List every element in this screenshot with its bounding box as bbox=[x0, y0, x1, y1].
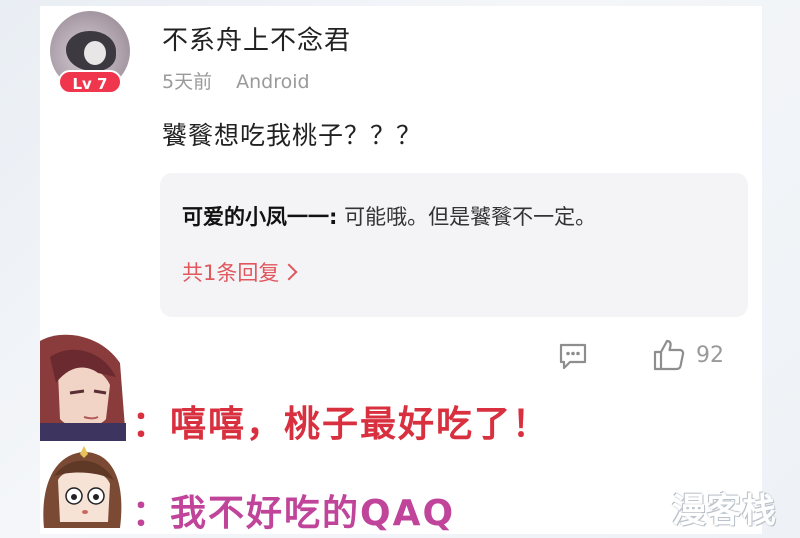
chevron-right-icon bbox=[280, 263, 298, 281]
view-replies-link[interactable]: 共1条回复 bbox=[182, 257, 298, 287]
comment-text: 饕餮想吃我桃子？？？ bbox=[162, 121, 423, 150]
reply-preview[interactable]: 可爱的小凤一一: 可能哦。但是饕餮不一定。 共1条回复 bbox=[160, 173, 748, 317]
comment-time: 5天前 bbox=[162, 71, 213, 93]
comic-dialogue-2: ：我不好吃的QAQ bbox=[132, 493, 456, 534]
avatar-cat-face bbox=[84, 41, 106, 65]
username[interactable]: 不系舟上不念君 bbox=[162, 20, 351, 57]
comment-platform: Android bbox=[236, 71, 310, 93]
character-portrait-2 bbox=[40, 446, 126, 528]
level-badge: Lv 7 bbox=[58, 70, 122, 94]
reply-count-label: 共1条回复 bbox=[182, 261, 280, 285]
thumbs-up-icon[interactable] bbox=[652, 338, 686, 372]
reply-text: 可能哦。但是饕餮不一定。 bbox=[337, 205, 597, 229]
comment-meta: 5天前 Android bbox=[162, 67, 310, 94]
character-portrait-1 bbox=[40, 333, 126, 441]
reply-line: 可爱的小凤一一: 可能哦。但是饕餮不一定。 bbox=[182, 201, 596, 231]
site-watermark: 漫客栈 bbox=[672, 491, 777, 531]
like-count: 92 bbox=[696, 343, 724, 368]
reply-author[interactable]: 可爱的小凤一一: bbox=[182, 205, 337, 229]
comic-dialogue-1: ：嘻嘻，桃子最好吃了！ bbox=[132, 404, 551, 445]
comment-bubble-icon[interactable] bbox=[557, 340, 589, 372]
